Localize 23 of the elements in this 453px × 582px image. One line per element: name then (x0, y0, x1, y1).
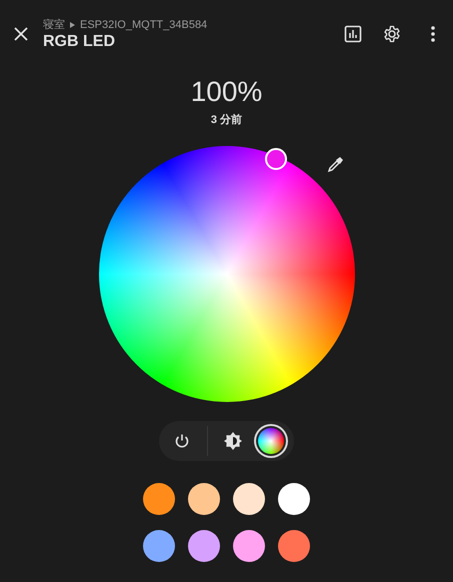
eyedropper-icon[interactable] (326, 156, 344, 173)
color-preset[interactable] (188, 483, 220, 515)
breadcrumb-device: ESP32IO_MQTT_34B584 (80, 18, 208, 30)
color-preset[interactable] (278, 530, 310, 562)
color-preset[interactable] (233, 483, 265, 515)
separator-icon (70, 22, 75, 28)
dialog-title: RGB LED (43, 33, 116, 51)
brightness-icon (223, 431, 243, 451)
breadcrumb-area: 寝室 (43, 17, 65, 32)
brightness-value: 100% (190, 76, 262, 108)
power-icon (174, 433, 190, 449)
color-mode-button[interactable] (254, 424, 288, 458)
close-icon[interactable] (14, 27, 28, 41)
more-menu-icon[interactable] (431, 26, 435, 42)
history-chart-icon[interactable] (344, 25, 362, 43)
color-preset[interactable] (278, 483, 310, 515)
last-changed: 3 分前 (210, 112, 242, 127)
color-preset[interactable] (143, 530, 175, 562)
color-preset[interactable] (143, 483, 175, 515)
color-preset[interactable] (188, 530, 220, 562)
color-wheel-icon (258, 428, 284, 454)
color-preset[interactable] (233, 530, 265, 562)
settings-icon[interactable] (383, 25, 401, 43)
